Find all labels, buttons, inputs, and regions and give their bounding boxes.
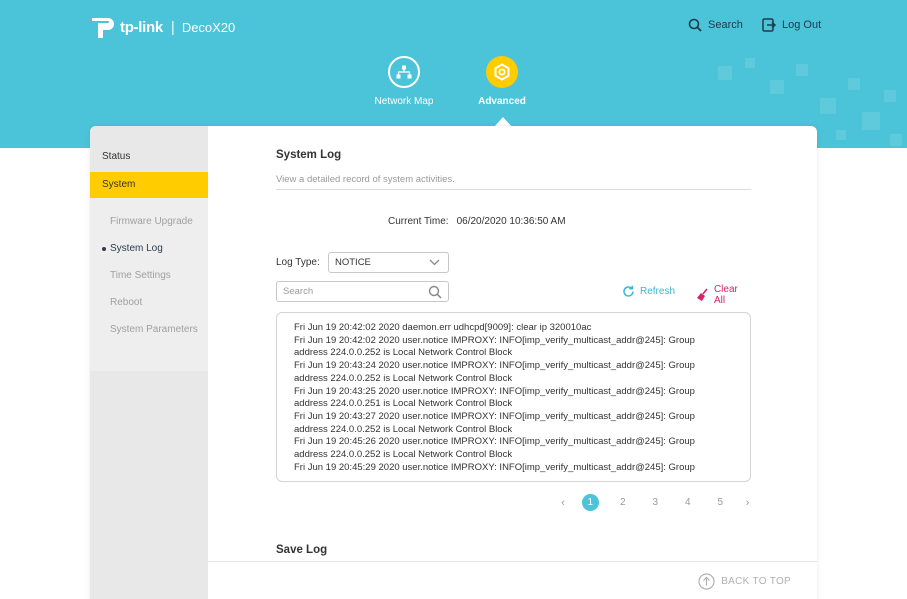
logout-icon xyxy=(762,18,776,32)
log-line: address 224.0.0.251 is Local Network Con… xyxy=(294,398,513,410)
search-icon xyxy=(688,18,702,32)
log-line: Fri Jun 19 20:43:25 2020 user.notice IMP… xyxy=(294,385,695,397)
page-button-2[interactable]: 2 xyxy=(607,497,640,508)
search-label: Search xyxy=(708,19,743,31)
current-time-value: 06/20/2020 10:36:50 AM xyxy=(456,216,566,227)
logout-button[interactable]: Log Out xyxy=(762,18,821,32)
sidebar-item-system[interactable]: System xyxy=(90,172,208,198)
search-icon[interactable] xyxy=(428,285,442,299)
logout-label: Log Out xyxy=(782,19,822,31)
prev-page-button[interactable]: ‹ xyxy=(552,497,574,509)
section-title: System Log xyxy=(276,149,342,161)
save-log-title: Save Log xyxy=(276,544,328,556)
refresh-label: Refresh xyxy=(640,286,676,297)
page-button-5[interactable]: 5 xyxy=(704,497,737,508)
log-line: address 224.0.0.252 is Local Network Con… xyxy=(294,372,513,384)
refresh-button[interactable]: Refresh xyxy=(622,285,675,298)
back-to-top-label: BACK TO TOP xyxy=(721,576,791,587)
pagination: ‹ 1 2 3 4 5 › xyxy=(552,494,759,511)
nav-network-map-label: Network Map xyxy=(374,96,434,107)
main-panel: Status System Firmware Upgrade System Lo… xyxy=(90,126,817,599)
log-line: Fri Jun 19 20:43:24 2020 user.notice IMP… xyxy=(294,360,695,372)
brand-name: tp-link xyxy=(120,18,163,36)
broom-icon xyxy=(696,288,708,301)
search-button[interactable]: Search xyxy=(688,18,743,32)
sidebar-item-time-settings[interactable]: Time Settings xyxy=(90,262,208,289)
refresh-icon xyxy=(623,285,634,297)
log-type-label: Log Type: xyxy=(276,257,320,268)
nav-network-map[interactable]: Network Map xyxy=(359,56,449,107)
sidebar-item-reboot[interactable]: Reboot xyxy=(90,289,208,316)
current-time-label: Current Time: xyxy=(388,216,449,227)
log-list[interactable]: Fri Jun 19 20:42:02 2020 daemon.err udhc… xyxy=(276,312,751,482)
sidebar: Status System Firmware Upgrade System Lo… xyxy=(90,126,208,599)
log-type-value: NOTICE xyxy=(335,257,371,268)
sidebar-submenu: Firmware Upgrade System Log Time Setting… xyxy=(90,198,208,371)
next-page-button[interactable]: › xyxy=(737,497,759,509)
log-line: Fri Jun 19 20:45:29 2020 user.notice IMP… xyxy=(294,461,695,473)
page-button-3[interactable]: 3 xyxy=(639,497,672,508)
sidebar-item-firmware-upgrade[interactable]: Firmware Upgrade xyxy=(90,208,208,235)
sidebar-item-system-parameters[interactable]: System Parameters xyxy=(90,316,208,343)
nav-advanced[interactable]: Advanced xyxy=(457,56,547,107)
log-line: address 224.0.0.252 is Local Network Con… xyxy=(294,423,513,435)
back-to-top-button[interactable]: BACK TO TOP xyxy=(698,573,791,590)
sidebar-item-status[interactable]: Status xyxy=(90,142,208,172)
network-map-icon xyxy=(388,56,420,88)
log-line: Fri Jun 19 20:42:02 2020 daemon.err udhc… xyxy=(294,322,592,333)
sidebar-item-system-log[interactable]: System Log xyxy=(90,235,208,262)
current-time: Current Time: 06/20/2020 10:36:50 AM xyxy=(388,216,566,227)
log-line: Fri Jun 19 20:45:26 2020 user.notice IMP… xyxy=(294,436,695,448)
nav-advanced-label: Advanced xyxy=(478,96,526,107)
log-type-select[interactable]: NOTICE xyxy=(328,252,449,273)
log-line: Fri Jun 19 20:43:27 2020 user.notice IMP… xyxy=(294,410,695,422)
clear-all-label: Clear All xyxy=(713,284,738,306)
footer-bar: BACK TO TOP xyxy=(208,561,817,599)
model-name: DecoX20 xyxy=(181,19,236,35)
arrow-up-circle-icon xyxy=(698,573,715,590)
brand-logo: tp-link | DecoX20 xyxy=(90,14,235,40)
gear-icon xyxy=(486,56,518,88)
log-line: address 224.0.0.252 is Local Network Con… xyxy=(294,347,513,359)
tp-link-logo-icon xyxy=(90,14,116,40)
log-line: Fri Jun 19 20:42:02 2020 user.notice IMP… xyxy=(294,334,695,346)
log-search-input[interactable]: Search xyxy=(276,281,449,302)
section-description: View a detailed record of system activit… xyxy=(276,174,455,185)
chevron-down-icon xyxy=(429,259,440,266)
page-button-4[interactable]: 4 xyxy=(672,497,705,508)
clear-all-button[interactable]: Clear All xyxy=(696,284,751,306)
divider xyxy=(276,189,751,190)
page-button-1[interactable]: 1 xyxy=(574,494,607,511)
log-search-placeholder: Search xyxy=(283,286,314,297)
log-line: address 224.0.0.252 is Local Network Con… xyxy=(294,449,513,461)
